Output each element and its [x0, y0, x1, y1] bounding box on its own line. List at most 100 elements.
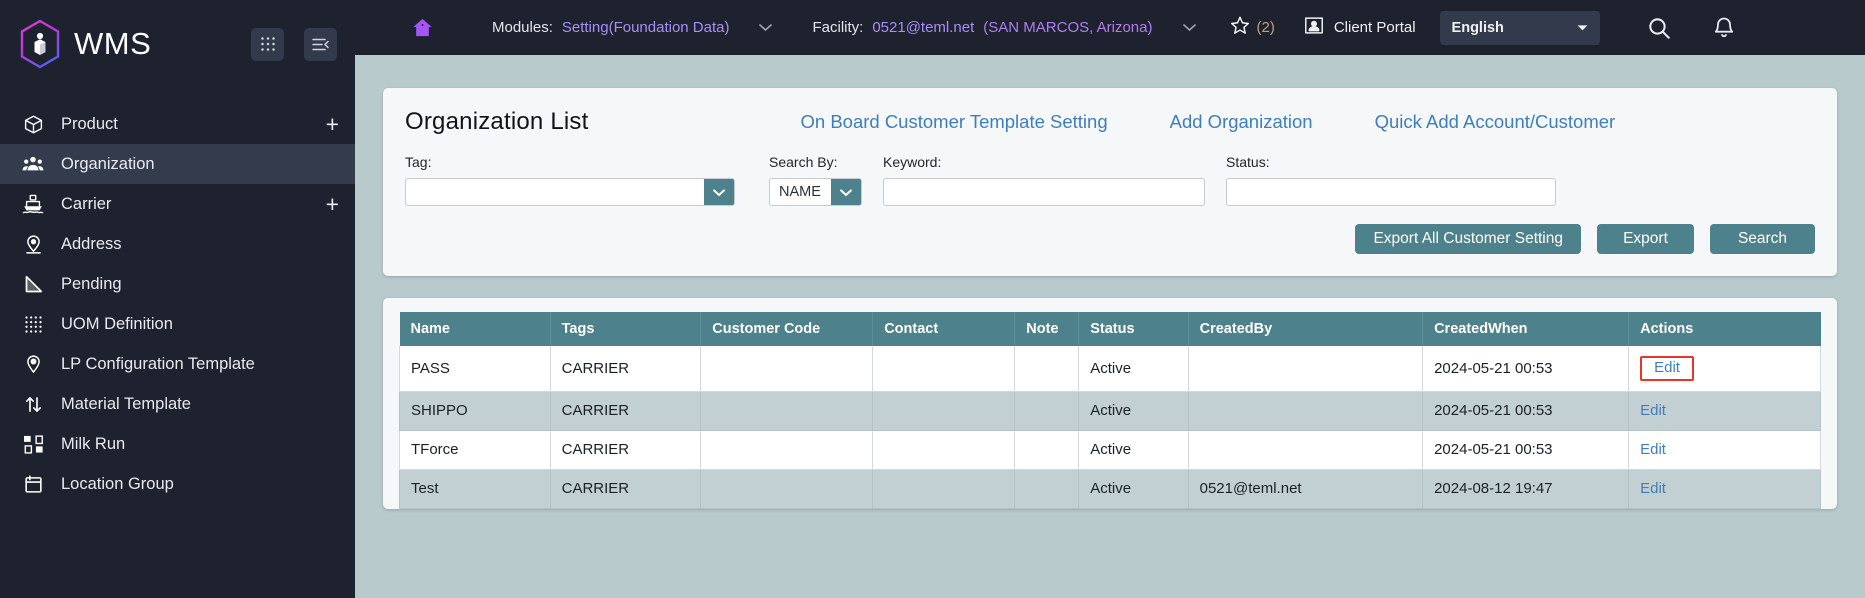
quick-add-account-customer-link[interactable]: Quick Add Account/Customer [1375, 111, 1616, 133]
dot-grid-icon [22, 313, 44, 335]
facility-label: Facility: [812, 19, 864, 36]
sidebar-item-pending[interactable]: Pending [0, 264, 355, 304]
keyword-label: Keyword: [883, 154, 942, 170]
edit-link[interactable]: Edit [1640, 480, 1666, 497]
edit-link[interactable]: Edit [1640, 356, 1694, 381]
cell-note [1014, 346, 1080, 392]
search-by-group: Search By: NAME [769, 154, 862, 206]
cell-created-by: 0521@teml.net [1187, 469, 1424, 509]
column-status[interactable]: Status [1078, 312, 1189, 346]
client-portal-label: Client Portal [1333, 19, 1416, 36]
node-tree-icon [22, 433, 44, 455]
brand-name: WMS [74, 26, 152, 61]
cell-created-when: 2024-05-21 00:53 [1422, 346, 1630, 392]
edit-link[interactable]: Edit [1640, 441, 1666, 458]
cell-customer-code [700, 346, 874, 392]
export-button[interactable]: Export [1597, 224, 1694, 254]
sidebar-item-address[interactable]: Address [0, 224, 355, 264]
cell-created-when: 2024-05-21 00:53 [1422, 430, 1630, 470]
sidebar-item-label: Organization [61, 154, 155, 173]
column-note[interactable]: Note [1014, 312, 1080, 346]
edit-link[interactable]: Edit [1640, 402, 1666, 419]
sidebar-item-location-group[interactable]: Location Group [0, 464, 355, 504]
hexagon-cube-logo [18, 19, 62, 69]
sidebar-item-label: UOM Definition [61, 314, 173, 333]
tag-filter-group: Tag: [405, 154, 735, 206]
search-button[interactable]: Search [1710, 224, 1815, 254]
ruler-icon [22, 273, 44, 295]
sidebar-item-material-template[interactable]: Material Template [0, 384, 355, 424]
content-area: Organization List On Board Customer Temp… [355, 55, 1865, 598]
calendar-icon [22, 473, 44, 495]
chevron-down-icon[interactable] [758, 20, 773, 35]
column-contact[interactable]: Contact [872, 312, 1016, 346]
modules-selector[interactable]: Modules: Setting(Foundation Data) [492, 19, 773, 36]
add-carrier-icon[interactable]: + [326, 192, 339, 216]
tag-select[interactable] [405, 178, 735, 206]
grid-apps-icon[interactable] [251, 27, 284, 61]
column-created-by[interactable]: CreatedBy [1188, 312, 1424, 346]
chevron-down-icon[interactable] [1182, 20, 1197, 35]
favorites-button[interactable]: (2) [1229, 15, 1275, 40]
sidebar-item-label: Carrier [61, 194, 112, 213]
column-name[interactable]: Name [399, 312, 551, 346]
card-action-links: On Board Customer Template Setting Add O… [801, 111, 1616, 133]
search-icon[interactable] [1646, 15, 1672, 41]
column-created-when[interactable]: CreatedWhen [1422, 312, 1630, 346]
cell-tags: CARRIER [549, 430, 702, 470]
keyword-input[interactable] [883, 178, 1205, 206]
sidebar-header: WMS [0, 0, 355, 88]
status-input[interactable] [1226, 178, 1556, 206]
sidebar-item-label: Milk Run [61, 434, 126, 453]
cell-name: PASS [399, 346, 551, 392]
export-all-customer-setting-button[interactable]: Export All Customer Setting [1355, 224, 1581, 254]
cell-name: SHIPPO [399, 391, 551, 431]
up-down-arrows-icon [22, 393, 44, 415]
sidebar-item-label: Address [61, 234, 122, 253]
column-customer-code[interactable]: Customer Code [700, 312, 874, 346]
language-selector[interactable]: English [1439, 10, 1600, 45]
home-icon[interactable] [411, 16, 434, 39]
facility-value: 0521@teml.net [872, 19, 975, 36]
sidebar-item-product[interactable]: Product + [0, 104, 355, 144]
sidebar-item-milk-run[interactable]: Milk Run [0, 424, 355, 464]
sidebar-nav: Product + Organization Carrier + Address… [0, 88, 355, 504]
caret-down-icon [1577, 20, 1588, 36]
add-organization-link[interactable]: Add Organization [1170, 111, 1313, 133]
sidebar-item-organization[interactable]: Organization [0, 144, 355, 184]
map-pin-icon [22, 233, 44, 255]
box-icon [22, 113, 44, 135]
cell-status: Active [1078, 391, 1189, 431]
table-body: PASS CARRIER Active 2024-05-21 00:53 Edi… [399, 346, 1821, 509]
search-by-select[interactable]: NAME [769, 178, 862, 206]
table-header-row: Name Tags Customer Code Contact Note Sta… [399, 312, 1821, 346]
main-column: Modules: Setting(Foundation Data) Facili… [355, 0, 1865, 598]
chevron-down-icon [704, 179, 734, 205]
notification-bell-icon[interactable] [1712, 15, 1736, 40]
language-value: English [1451, 19, 1504, 36]
sidebar-item-uom-definition[interactable]: UOM Definition [0, 304, 355, 344]
cell-name: TForce [399, 430, 551, 470]
star-icon [1229, 15, 1251, 40]
on-board-customer-template-setting-link[interactable]: On Board Customer Template Setting [801, 111, 1108, 133]
sidebar-item-label: Material Template [61, 394, 191, 413]
client-portal-button[interactable]: Client Portal [1303, 15, 1416, 40]
cell-tags: CARRIER [549, 391, 702, 431]
facility-selector[interactable]: Facility: 0521@teml.net (SAN MARCOS, Ari… [812, 19, 1196, 36]
table-row: TForce CARRIER Active 2024-05-21 00:53 E… [399, 430, 1821, 470]
status-label: Status: [1226, 154, 1270, 170]
cell-note [1014, 469, 1080, 509]
table-row: SHIPPO CARRIER Active 2024-05-21 00:53 E… [399, 391, 1821, 431]
add-product-icon[interactable]: + [326, 112, 339, 136]
cell-actions: Edit [1628, 469, 1821, 509]
cell-created-when: 2024-08-12 19:47 [1422, 469, 1630, 509]
search-by-value: NAME [779, 184, 821, 200]
organization-table-card: Name Tags Customer Code Contact Note Sta… [383, 298, 1837, 509]
sidebar-item-lp-configuration-template[interactable]: LP Configuration Template [0, 344, 355, 384]
cell-contact [872, 391, 1016, 431]
column-tags[interactable]: Tags [550, 312, 702, 346]
sidebar-item-label: Product [61, 114, 118, 133]
sidebar-item-carrier[interactable]: Carrier + [0, 184, 355, 224]
cell-customer-code [700, 391, 874, 431]
collapse-menu-icon[interactable] [304, 27, 337, 61]
